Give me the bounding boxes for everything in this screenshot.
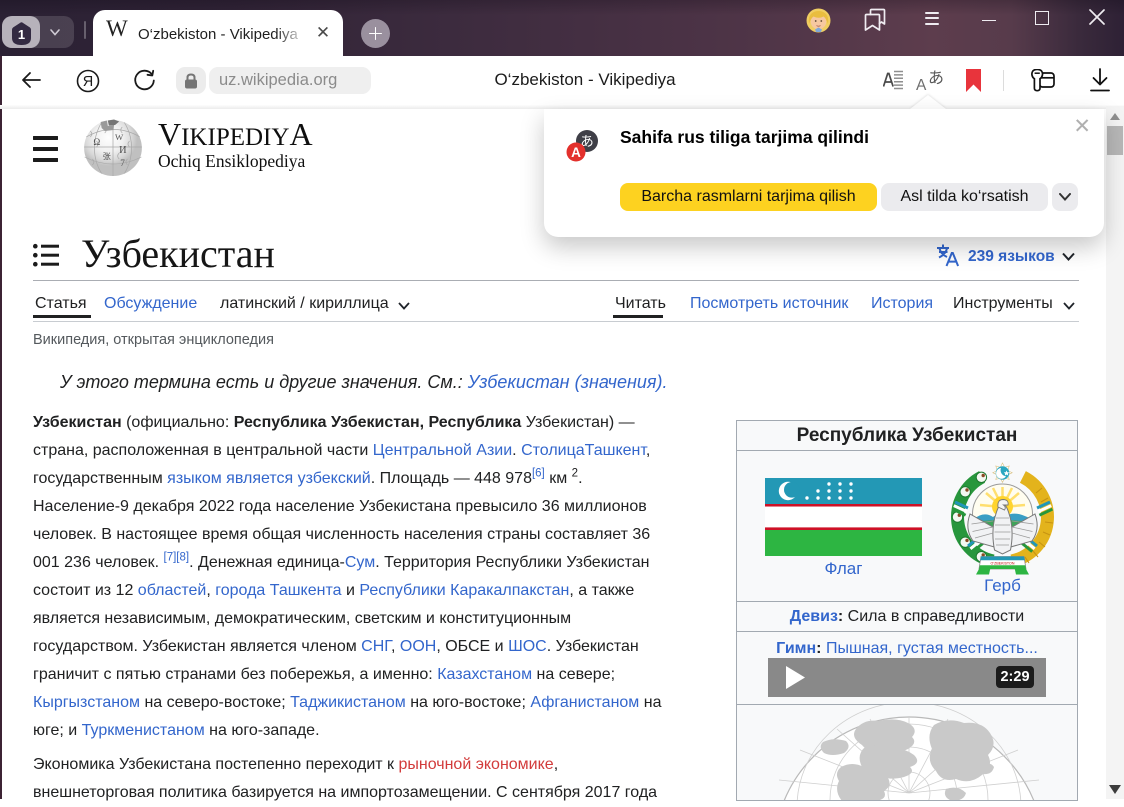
- svg-text:O‘ZBEKISTON: O‘ZBEKISTON: [991, 561, 1015, 565]
- svg-text:1: 1: [18, 27, 25, 42]
- svg-text:张: 张: [103, 152, 111, 161]
- svg-text:あ: あ: [928, 69, 944, 87]
- svg-text:Ω: Ω: [93, 137, 100, 147]
- svg-text:Я: Я: [83, 74, 93, 90]
- svg-text:И: И: [119, 145, 127, 156]
- svg-text:7: 7: [120, 158, 125, 168]
- svg-text:A: A: [571, 145, 581, 160]
- svg-text:A: A: [916, 77, 927, 94]
- svg-text:W: W: [115, 132, 124, 142]
